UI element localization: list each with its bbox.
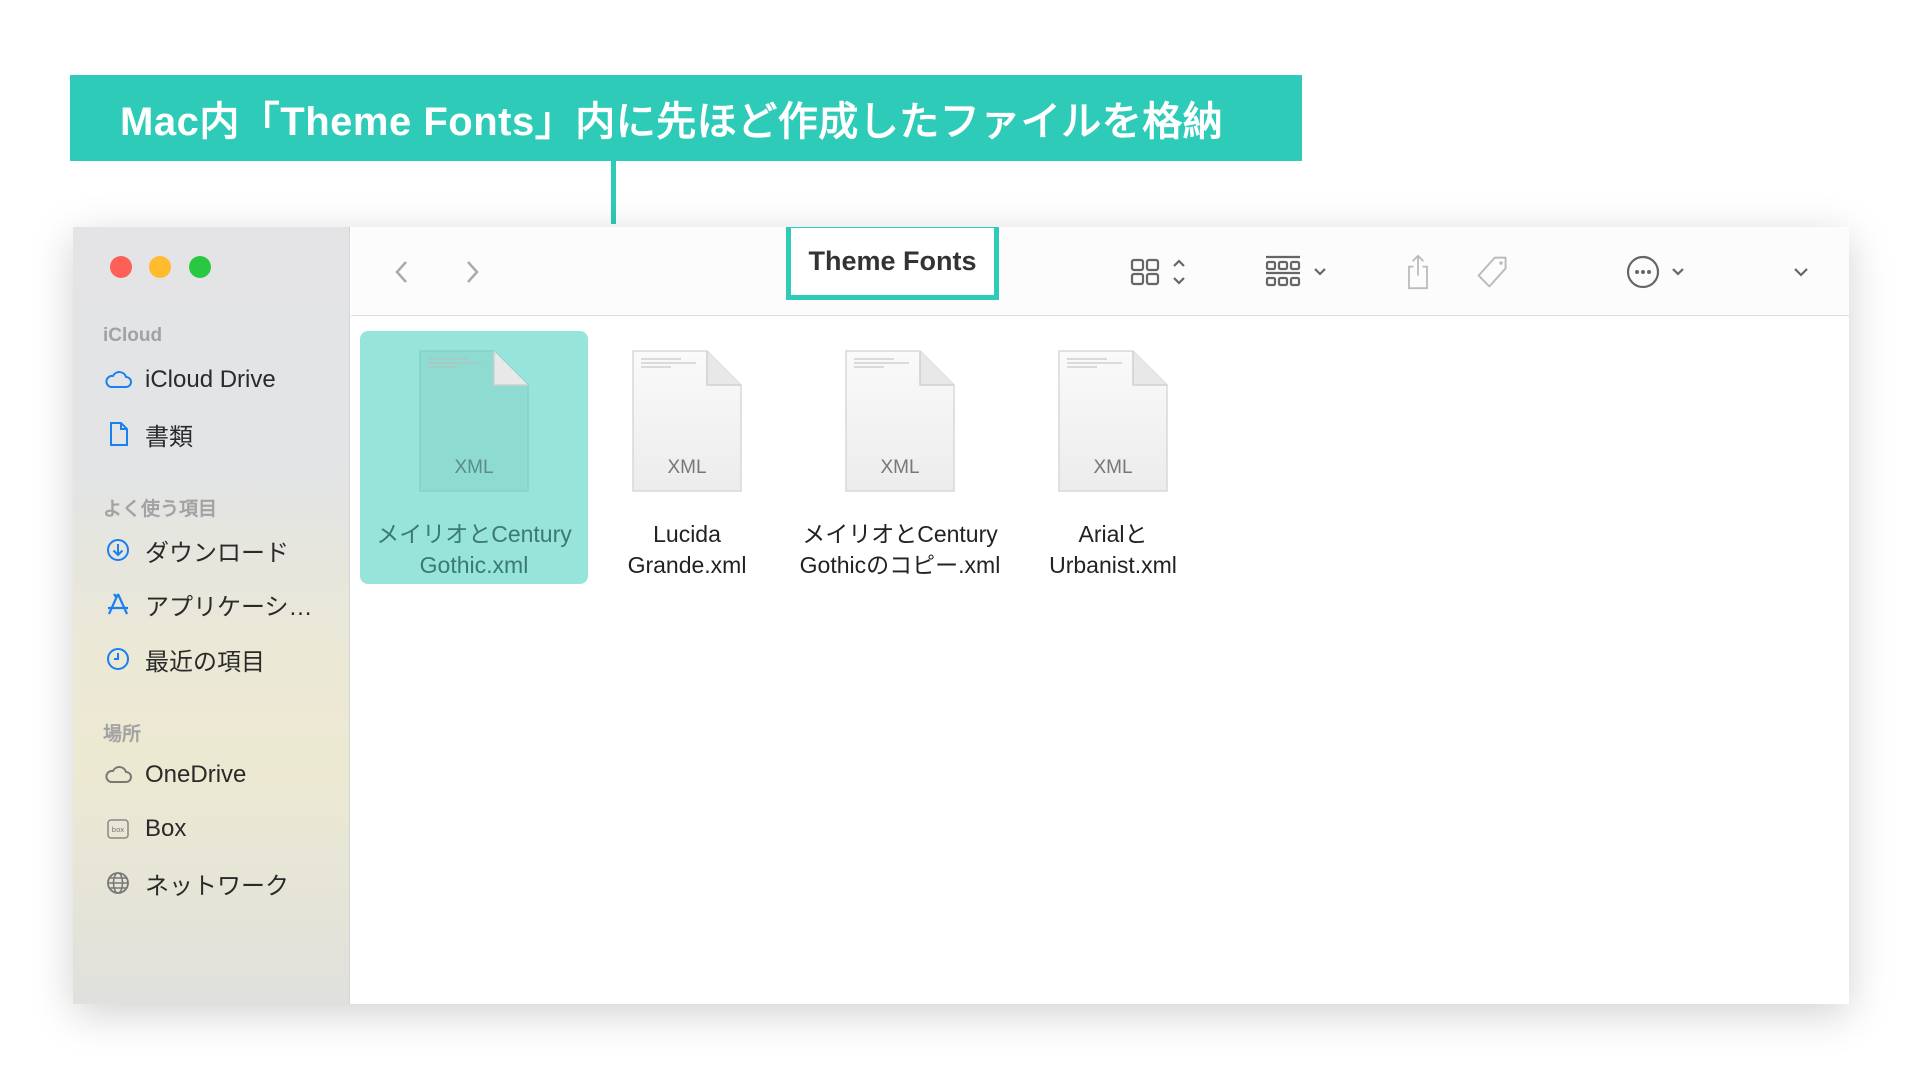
close-button[interactable] [110, 256, 132, 278]
applications-icon [107, 593, 129, 615]
minimize-button[interactable] [149, 256, 171, 278]
more-icon [1626, 255, 1684, 289]
chevron-right-icon [467, 261, 479, 283]
annotation-banner: Mac内「Theme Fonts」内に先ほど作成したファイルを格納 [70, 75, 1302, 161]
back-button[interactable] [392, 254, 412, 290]
file-type-label: XML [667, 457, 707, 478]
sidebar-section-icloud: iCloud [103, 325, 163, 346]
file-name: メイリオとCentury Gothic.xml [376, 519, 572, 581]
xml-file-icon: XML [1057, 349, 1169, 493]
finder-window: iCloud iCloud Drive 書類 よく使う項目 ダウンロード アプリ… [73, 227, 1849, 1004]
sidebar-item-label: 最近の項目 [145, 648, 265, 676]
group-button[interactable] [1263, 254, 1339, 290]
share-button[interactable] [1403, 254, 1433, 290]
overflow-chevron-icon [1794, 268, 1808, 277]
sidebar-item-network[interactable]: ネットワーク [103, 866, 289, 900]
sidebar-item-label: iCloud Drive [145, 366, 276, 393]
cloud-icon [105, 766, 132, 783]
annotation-connector [611, 161, 616, 224]
sidebar-item-downloads[interactable]: ダウンロード [103, 533, 289, 567]
file-name-line: Lucida [653, 521, 721, 547]
sidebar-item-icloud-drive[interactable]: iCloud Drive [103, 363, 276, 397]
file-name-line: Urbanist.xml [1049, 552, 1177, 578]
icon-view-grid-icon [1130, 258, 1185, 286]
sidebar-item-applications[interactable]: アプリケーシ… [103, 587, 313, 621]
forward-button[interactable] [462, 254, 482, 290]
sidebar-item-label: ダウンロード [145, 539, 289, 567]
more-button[interactable] [1626, 254, 1696, 290]
zoom-button[interactable] [189, 256, 211, 278]
sidebar-item-documents[interactable]: 書類 [103, 417, 193, 451]
file-name-line: Gothic.xml [419, 552, 529, 578]
clock-icon [107, 648, 129, 670]
sidebar: iCloud iCloud Drive 書類 よく使う項目 ダウンロード アプリ… [73, 227, 350, 1004]
tag-button[interactable] [1473, 254, 1513, 290]
document-icon [110, 422, 128, 446]
sidebar-item-label: Box [145, 815, 187, 842]
tag-icon [1477, 256, 1507, 288]
xml-file-icon: XML [418, 349, 530, 493]
share-icon [1408, 254, 1428, 290]
window-title: Theme Fonts [786, 227, 999, 300]
file-item[interactable]: XML メイリオとCentury Gothic.xml [360, 331, 588, 584]
sidebar-item-label: OneDrive [145, 761, 247, 788]
download-icon [107, 539, 129, 561]
file-name-line: Grande.xml [627, 552, 747, 578]
sidebar-item-onedrive[interactable]: OneDrive [103, 758, 246, 792]
file-grid: XML メイリオとCentury Gothic.xml XML Lucida Gra… [351, 317, 1849, 1004]
file-item[interactable]: XML メイリオとCentury Gothicのコピー.xml [786, 331, 1014, 584]
file-name: メイリオとCentury Gothicのコピー.xml [800, 519, 1001, 581]
chevron-left-icon [395, 261, 407, 283]
file-name-line: Arialと [1078, 521, 1148, 547]
view-mode-button[interactable] [1129, 254, 1199, 290]
file-name-line: メイリオとCentury [376, 521, 572, 547]
file-item[interactable]: XML Lucida Grande.xml [573, 331, 801, 584]
file-type-label: XML [1093, 457, 1133, 478]
sidebar-item-recents[interactable]: 最近の項目 [103, 642, 265, 676]
sidebar-section-favorites: よく使う項目 [103, 499, 218, 520]
file-name-line: Gothicのコピー.xml [799, 552, 1001, 578]
sidebar-section-locations: 場所 [103, 724, 142, 745]
sidebar-item-label: 書類 [145, 423, 193, 451]
file-name: Lucida Grande.xml [628, 519, 747, 581]
sidebar-item-box[interactable]: box Box [103, 812, 186, 846]
sidebar-item-label: ネットワーク [145, 872, 289, 900]
xml-file-icon: XML [631, 349, 743, 493]
globe-icon [107, 872, 129, 894]
sidebar-item-label: アプリケーシ… [145, 593, 313, 621]
box-icon: box [107, 819, 129, 839]
file-type-label: XML [880, 457, 920, 478]
cloud-icon [105, 371, 132, 388]
group-icon [1265, 255, 1326, 287]
overflow-button[interactable] [1791, 254, 1811, 290]
file-item[interactable]: XML Arialと Urbanist.xml [999, 331, 1227, 584]
toolbar: Theme Fonts [351, 227, 1849, 316]
xml-file-icon: XML [844, 349, 956, 493]
file-type-label: XML [454, 457, 494, 478]
file-name: Arialと Urbanist.xml [1049, 519, 1177, 581]
file-name-line: メイリオとCentury [802, 521, 998, 547]
svg-text:box: box [112, 826, 125, 834]
